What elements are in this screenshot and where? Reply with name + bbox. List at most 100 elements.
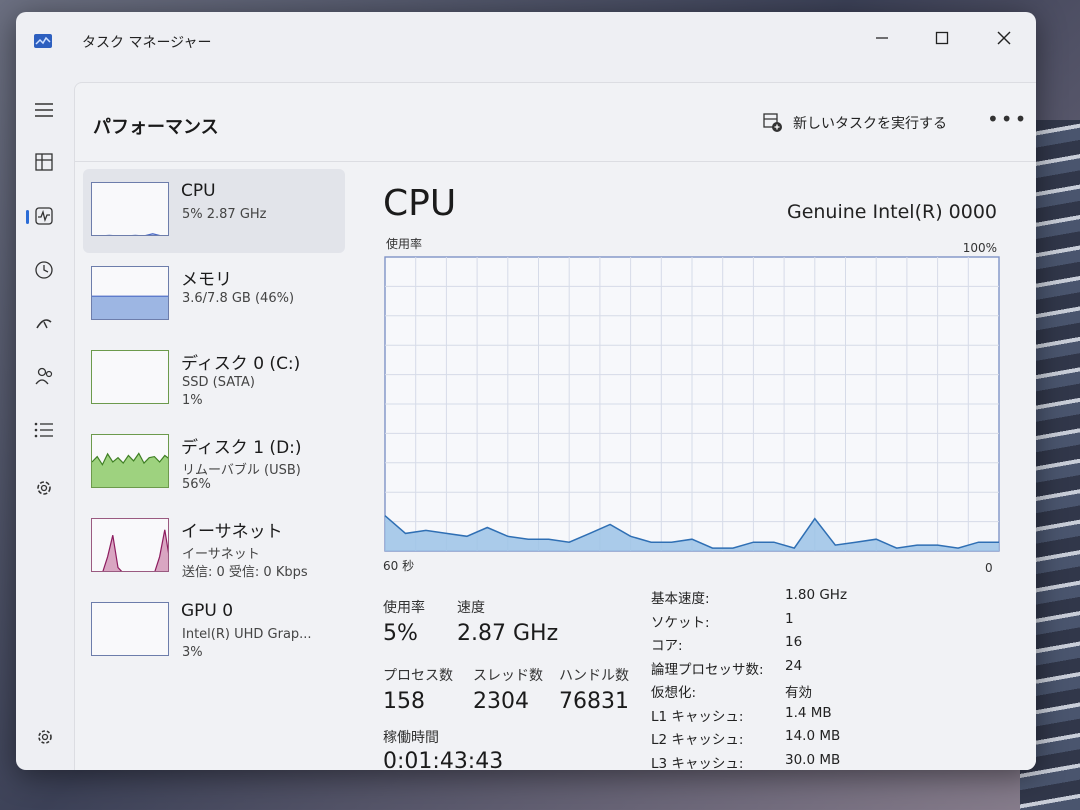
detail-key: L1 キャッシュ:	[651, 708, 744, 725]
cpu-thumbnail	[91, 182, 169, 236]
nav-app-history[interactable]	[26, 252, 62, 288]
cpu-model: Genuine Intel(R) 0000	[786, 201, 997, 223]
resource-item-cpu[interactable]: CPU 5% 2.87 GHz	[83, 169, 345, 253]
services-icon	[37, 481, 51, 495]
handle-stat-label: ハンドル数	[559, 668, 629, 684]
resource-name: メモリ	[181, 270, 232, 290]
minimize-button[interactable]	[854, 20, 910, 56]
speed-stat-label: 速度	[457, 600, 485, 616]
detail-row: L3 キャッシュ: 30.0 MB	[651, 752, 911, 771]
users-icon	[35, 367, 53, 385]
thumbnail-area	[92, 296, 168, 319]
usage-stat-label: 使用率	[383, 600, 425, 616]
close-button[interactable]	[976, 20, 1032, 56]
hamburger-menu-button[interactable]	[26, 92, 62, 128]
detail-row: L1 キャッシュ: 1.4 MB	[651, 705, 911, 729]
resource-detail: Intel(R) UHD Grap...	[182, 627, 312, 642]
resource-usage: 1%	[182, 393, 203, 408]
list-icon	[34, 422, 53, 438]
detail-value: 24	[785, 657, 803, 674]
resource-item-disk0[interactable]: ディスク 0 (C:) SSD (SATA) 1%	[83, 337, 345, 421]
run-task-label: 新しいタスクを実行する	[793, 116, 947, 132]
resource-name: CPU	[181, 181, 216, 201]
graph-label: 使用率	[386, 237, 423, 251]
disk0-thumbnail	[91, 350, 169, 404]
resource-list: CPU 5% 2.87 GHz メモリ 3.6/7.8 GB (46%) ディス…	[83, 169, 345, 673]
gear-icon	[38, 730, 52, 744]
run-new-task-button[interactable]: 新しいタスクを実行する	[763, 113, 947, 133]
processes-icon	[35, 153, 53, 171]
cpu-usage-graph	[384, 256, 1000, 552]
handle-stat-value: 76831	[559, 689, 629, 714]
thumbnail-line	[105, 233, 161, 235]
resource-detail: 3.6/7.8 GB (46%)	[182, 291, 295, 306]
header-divider	[75, 161, 1036, 162]
thread-stat-label: スレッド数	[473, 668, 543, 684]
maximize-button[interactable]	[914, 20, 970, 56]
detail-row: 論理プロセッサ数: 24	[651, 658, 911, 682]
usage-stat-value: 5%	[383, 621, 418, 646]
task-manager-window: タスク マネージャー パフォーマンス 新しいタスクを実行する ••• CPU 5…	[16, 12, 1036, 770]
nav-startup-apps[interactable]	[26, 306, 62, 342]
graph-time-start: 60 秒	[383, 559, 415, 573]
nav-services[interactable]	[26, 470, 62, 506]
detail-value: 有効	[785, 685, 812, 701]
process-stat-value: 158	[383, 689, 425, 714]
detail-key: コア:	[651, 638, 683, 654]
detail-value: 1.4 MB	[785, 704, 832, 721]
resource-item-disk1[interactable]: ディスク 1 (D:) リムーバブル (USB) 56%	[83, 421, 345, 505]
thumbnail-area	[92, 453, 168, 487]
nav-performance[interactable]	[26, 198, 62, 234]
resource-usage: 56%	[182, 477, 211, 492]
cpu-detail-panel: CPU Genuine Intel(R) 0000 使用率 100% 60 秒 …	[383, 169, 1023, 771]
history-icon	[35, 261, 53, 279]
nav-processes[interactable]	[26, 144, 62, 180]
run-task-icon	[763, 113, 782, 132]
resource-usage: 3%	[182, 645, 203, 660]
uptime-value: 0:01:43:43	[383, 749, 504, 770]
detail-value: 30.0 MB	[785, 751, 841, 768]
nav-users[interactable]	[26, 358, 62, 394]
settings-button[interactable]	[36, 728, 54, 750]
performance-icon	[35, 207, 53, 225]
detail-key: 基本速度:	[651, 591, 710, 607]
active-indicator	[26, 210, 29, 224]
thumbnail-area	[103, 529, 168, 571]
resource-detail: SSD (SATA)	[182, 375, 255, 390]
resource-item-memory[interactable]: メモリ 3.6/7.8 GB (46%)	[83, 253, 345, 337]
detail-row: 基本速度: 1.80 GHz	[651, 587, 911, 611]
title-bar[interactable]: タスク マネージャー	[16, 12, 1036, 74]
resource-detail: イーサネット	[182, 547, 260, 562]
detail-row: ソケット: 1	[651, 611, 911, 635]
resource-item-gpu0[interactable]: GPU 0 Intel(R) UHD Grap... 3%	[83, 589, 345, 673]
resource-name: イーサネット	[181, 522, 283, 542]
hamburger-icon	[35, 103, 53, 117]
detail-value: 14.0 MB	[785, 728, 841, 744]
resource-usage: 送信: 0 受信: 0 Kbps	[182, 565, 308, 580]
page-title: パフォーマンス	[93, 117, 219, 138]
resource-item-ethernet[interactable]: イーサネット イーサネット 送信: 0 受信: 0 Kbps	[83, 505, 345, 589]
detail-key: L2 キャッシュ:	[651, 732, 744, 748]
detail-row: L2 キャッシュ: 14.0 MB	[651, 728, 911, 752]
more-options-button[interactable]: •••	[987, 107, 1028, 131]
resource-name: ディスク 0 (C:)	[181, 354, 301, 374]
nav-details[interactable]	[26, 412, 62, 448]
detail-value: 16	[785, 634, 803, 650]
detail-value: 1	[785, 610, 794, 627]
graph-max-label: 100%	[962, 241, 997, 255]
gpu-thumbnail	[91, 602, 169, 656]
speed-stat-value: 2.87 GHz	[457, 621, 559, 646]
disk1-thumbnail	[91, 434, 169, 488]
detail-key: L3 キャッシュ:	[651, 755, 744, 771]
detail-key: 仮想化:	[651, 685, 697, 701]
maximize-icon	[935, 31, 949, 45]
minimize-icon	[876, 37, 888, 39]
uptime-label: 稼働時間	[383, 730, 439, 746]
close-icon	[997, 31, 1011, 45]
graph-time-end: 0	[985, 561, 993, 575]
window-title: タスク マネージャー	[82, 35, 212, 51]
task-manager-app-icon	[34, 34, 52, 48]
detail-row: コア: 16	[651, 634, 911, 658]
memory-thumbnail	[91, 266, 169, 320]
ethernet-thumbnail	[91, 518, 169, 572]
